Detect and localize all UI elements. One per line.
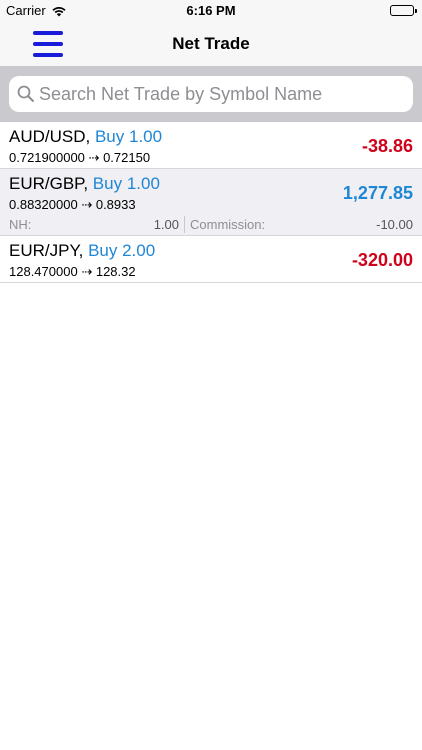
search-bar [0, 66, 422, 122]
search-box[interactable] [9, 76, 413, 112]
open-price: 128.470000 [9, 264, 78, 279]
trade-action: Buy 1.00 [92, 174, 160, 193]
arrow-icon: ⇢ [81, 264, 93, 279]
arrow-icon: ⇢ [81, 197, 93, 212]
open-price: 0.88320000 [9, 197, 78, 212]
price-line: 128.470000 ⇢ 128.32 [9, 264, 136, 280]
current-price: 128.32 [95, 264, 136, 279]
trade-symbol-line: AUD/USD, Buy 1.00 [9, 127, 162, 147]
commission-label: Commission: [190, 217, 266, 232]
clock: 6:16 PM [186, 3, 236, 18]
search-input[interactable] [39, 76, 409, 112]
commission-value: -10.00 [376, 217, 413, 232]
divider [184, 216, 185, 233]
trade-row-aud-usd[interactable]: AUD/USD, Buy 1.00 0.721900000 ⇢ 0.72150 … [0, 122, 422, 169]
profit-loss: -38.86 [361, 136, 413, 156]
trade-row-eur-gbp[interactable]: EUR/GBP, Buy 1.00 0.88320000 ⇢ 0.8933 1,… [0, 169, 422, 236]
current-price: 0.72150 [103, 150, 151, 165]
symbol-name: AUD/USD, [9, 127, 91, 146]
open-price: 0.721900000 [9, 150, 85, 165]
status-bar: Carrier 6:16 PM [0, 0, 422, 22]
battery-tip [415, 9, 417, 13]
trade-detail: NH: 1.00 Commission: -10.00 [0, 215, 422, 235]
nh-value: 1.00 [153, 217, 179, 232]
symbol-name: EUR/JPY, [9, 241, 84, 260]
trade-action: Buy 2.00 [88, 241, 156, 260]
navigation-bar: Net Trade [0, 22, 422, 66]
trade-symbol-line: EUR/GBP, Buy 1.00 [9, 174, 160, 194]
search-icon [17, 85, 35, 108]
page-title: Net Trade [172, 34, 250, 53]
profit-loss: 1,277.85 [342, 183, 413, 203]
nh-label: NH: [9, 217, 32, 232]
trade-symbol-line: EUR/JPY, Buy 2.00 [9, 241, 155, 261]
price-line: 0.721900000 ⇢ 0.72150 [9, 150, 150, 166]
symbol-name: EUR/GBP, [9, 174, 89, 193]
trade-row-eur-jpy[interactable]: EUR/JPY, Buy 2.00 128.470000 ⇢ 128.32 -3… [0, 236, 422, 283]
current-price: 0.8933 [95, 197, 136, 212]
profit-loss: -320.00 [351, 250, 413, 270]
trade-list: AUD/USD, Buy 1.00 0.721900000 ⇢ 0.72150 … [0, 122, 422, 283]
battery-icon [390, 5, 414, 16]
arrow-icon: ⇢ [88, 150, 100, 165]
price-line: 0.88320000 ⇢ 0.8933 [9, 197, 136, 213]
trade-action: Buy 1.00 [94, 127, 163, 146]
